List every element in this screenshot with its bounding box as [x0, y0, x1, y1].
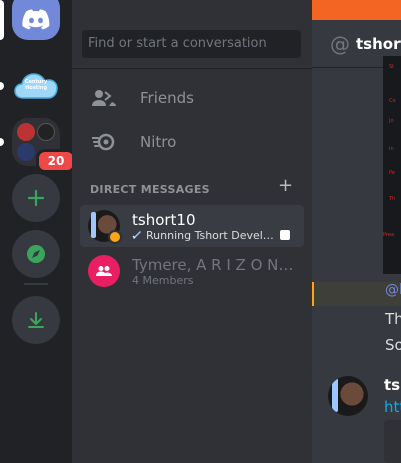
message-link[interactable]: htt [384, 398, 401, 416]
message-author[interactable]: tsh [384, 376, 401, 394]
embed-text: Jo [389, 118, 394, 124]
lightsaber-graphic [332, 378, 338, 412]
lightsaber-graphic [91, 212, 96, 238]
at-icon: @ [330, 31, 350, 56]
dm-members: 4 Members [132, 273, 194, 287]
mention-highlight: @l [312, 282, 401, 306]
mention-badge: 20 [36, 149, 76, 173]
server-century-hosting[interactable]: Century Hosting [12, 62, 60, 110]
chat-panel: @ tshort10 St Co Jo In Pe Th Prea @l Th … [312, 20, 401, 463]
embed-text: Co [389, 98, 396, 104]
nav-nitro[interactable]: Nitro [80, 121, 304, 163]
dm-section-header: DIRECT MESSAGES [90, 183, 210, 196]
dm-item-tshort10[interactable]: tshort10 Running Tshort Devel… [80, 205, 304, 247]
folder-server-icon [37, 123, 55, 141]
dm-item-group[interactable]: Tymere, A R I Z O N… 4 Members [80, 250, 304, 292]
embed-text: Th [389, 196, 396, 202]
message-line: Th [385, 310, 401, 328]
message-embed [384, 420, 401, 463]
message-avatar[interactable] [328, 376, 368, 416]
status-indicator [108, 230, 122, 244]
message-line: So [385, 336, 401, 354]
chat-title: tshort10 [356, 34, 401, 53]
embed-text: In [389, 146, 394, 152]
friends-icon [88, 82, 120, 114]
idle-moon-icon [110, 232, 120, 242]
embed-text: Pe [389, 170, 395, 176]
dm-name: Tymere, A R I Z O N… [132, 255, 294, 274]
nav-nitro-label: Nitro [140, 133, 177, 151]
folder-server-icon [17, 123, 35, 141]
unread-pill-2 [0, 138, 4, 146]
embed-text: Prea [383, 232, 395, 238]
dm-activity: Running Tshort Devel… [132, 229, 290, 242]
nav-friends[interactable]: Friends [80, 77, 304, 119]
server-rail: Century Hosting 20 [0, 0, 76, 463]
vscode-icon [132, 230, 142, 240]
embed-image: St Co Jo In Pe Th Prea [383, 56, 401, 274]
nitro-icon [88, 126, 120, 158]
create-dm-button[interactable]: + [278, 177, 294, 195]
rail-divider [24, 283, 48, 285]
home-button[interactable] [12, 0, 60, 40]
compass-icon [27, 245, 45, 263]
search-input[interactable]: Find or start a conversation [82, 30, 301, 58]
download-apps-button[interactable] [12, 296, 60, 344]
group-icon [96, 266, 112, 276]
rich-presence-icon [279, 230, 290, 240]
download-icon [28, 312, 44, 328]
dm-sidebar: Find or start a conversation Friends Nit… [72, 0, 312, 463]
dm-name: tshort10 [132, 210, 196, 229]
selected-indicator [0, 0, 4, 40]
nav-friends-label: Friends [140, 89, 194, 107]
add-server-button[interactable] [12, 174, 60, 222]
embed-text: St [389, 64, 395, 70]
unread-pill [0, 82, 4, 90]
explore-servers-button[interactable] [12, 230, 60, 278]
search-divider [72, 68, 312, 69]
century-hosting-wordmark: Century Hosting [24, 79, 48, 91]
activity-text: Running Tshort Devel… [146, 228, 274, 242]
avatar [88, 210, 122, 244]
group-avatar [88, 255, 120, 287]
discord-logo-icon [22, 9, 50, 30]
plus-icon [27, 189, 45, 207]
folder-server-icon [17, 143, 35, 161]
